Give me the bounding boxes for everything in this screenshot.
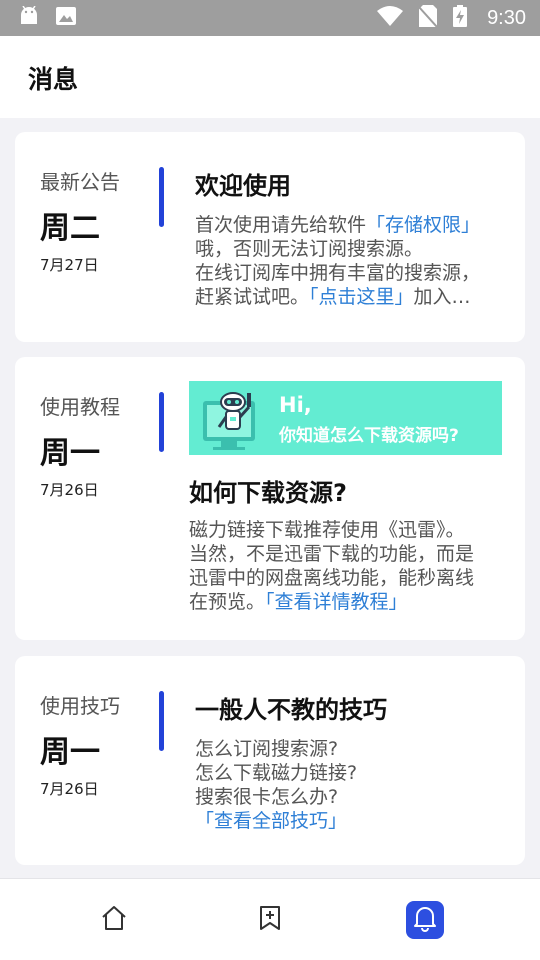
card-body: 首次使用请先给软件「存储权限」 哦，否则无法订阅搜索源。 在线订阅库中拥有丰富的… (195, 213, 507, 309)
banner-greeting: Hi, (279, 393, 312, 417)
body-text: 磁力链接下载推荐使用《迅雷》。 (189, 519, 465, 541)
body-text: 哦，否则无法订阅搜索源。 (195, 238, 424, 260)
no-sim-icon (418, 5, 438, 31)
card-category: 最新公告 (40, 170, 120, 194)
battery-charging-icon (453, 5, 468, 31)
card-weekday: 周一 (40, 735, 100, 770)
card-date: 7月27日 (40, 256, 99, 274)
body-text: 在预览。 (189, 591, 266, 613)
body-text: 首次使用请先给软件 (195, 214, 367, 236)
card-date: 7月26日 (40, 481, 99, 499)
page-title: 消息 (28, 65, 79, 94)
click-here-link[interactable]: 「点击这里」 (309, 286, 414, 308)
android-icon (18, 5, 40, 30)
status-bar: 9:30 (0, 0, 540, 36)
tips-card[interactable]: 使用技巧 周一 7月26日 一般人不教的技巧 怎么订阅搜索源? 怎么下载磁力链接… (15, 656, 525, 865)
notice-card[interactable]: 最新公告 周二 7月27日 欢迎使用 首次使用请先给软件「存储权限」 哦，否则无… (15, 132, 525, 342)
storage-permission-link[interactable]: 「存储权限」 (366, 214, 480, 236)
bookmark-add-icon (256, 904, 284, 936)
card-category: 使用技巧 (40, 694, 120, 718)
all-tips-link[interactable]: 「查看全部技巧」 (195, 810, 347, 832)
wifi-icon (377, 6, 404, 30)
image-icon (56, 7, 76, 29)
clock: 9:30 (487, 6, 526, 29)
accent-bar (159, 392, 164, 452)
tutorial-card[interactable]: 使用教程 周一 7月26日 Hi, 你知道怎么下载资源吗? 如何下载资源? 磁力… (15, 357, 525, 640)
card-weekday: 周二 (40, 211, 100, 246)
body-text: 当然，不是迅雷下载的功能，而是 (189, 543, 475, 565)
bottom-nav (0, 878, 540, 960)
robot-icon (203, 387, 265, 455)
body-text: 赶紧试试吧。 (195, 286, 310, 308)
card-body: 磁力链接下载推荐使用《迅雷》。 当然，不是迅雷下载的功能，而是 迅雷中的网盘离线… (189, 518, 501, 614)
card-date: 7月26日 (40, 780, 99, 798)
banner-subtitle: 你知道怎么下载资源吗? (279, 426, 459, 446)
card-category: 使用教程 (40, 395, 120, 419)
card-title: 如何下载资源? (189, 479, 347, 507)
home-icon (100, 904, 128, 936)
nav-messages-button[interactable] (406, 901, 444, 939)
tutorial-banner[interactable]: Hi, 你知道怎么下载资源吗? (189, 381, 502, 455)
tutorial-details-link[interactable]: 「查看详情教程」 (265, 591, 408, 613)
body-text: 怎么下载磁力链接? (195, 762, 358, 784)
accent-bar (159, 167, 164, 227)
body-text: 怎么订阅搜索源? (195, 738, 339, 760)
card-weekday: 周一 (40, 436, 100, 471)
card-title: 一般人不教的技巧 (195, 696, 387, 724)
body-text: 搜索很卡怎么办? (195, 786, 339, 808)
card-body: 怎么订阅搜索源? 怎么下载磁力链接? 搜索很卡怎么办? 「查看全部技巧」 (195, 737, 507, 833)
nav-bookmarks-button[interactable] (251, 901, 289, 939)
app-header: 消息 (0, 36, 540, 118)
body-text: 在线订阅库中拥有丰富的搜索源， (195, 262, 481, 284)
card-title: 欢迎使用 (195, 172, 291, 200)
bell-icon (412, 904, 438, 936)
body-text: 迅雷中的网盘离线功能，能秒离线 (189, 567, 475, 589)
nav-home-button[interactable] (95, 901, 133, 939)
body-text: 加入… (413, 286, 471, 308)
accent-bar (159, 691, 164, 751)
